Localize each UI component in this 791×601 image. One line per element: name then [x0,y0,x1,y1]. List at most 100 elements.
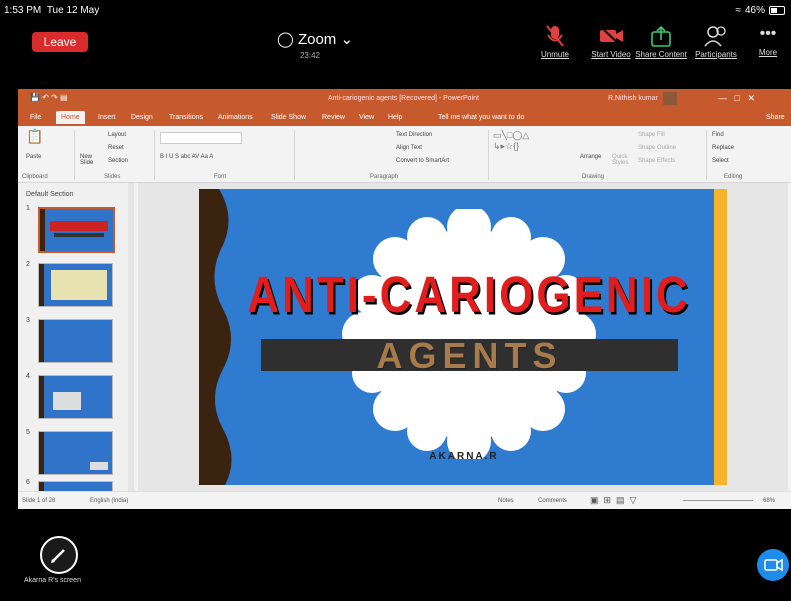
start-video-button[interactable]: Start Video [583,24,639,59]
more-button[interactable]: ••• More [740,24,791,57]
slide-thumbnail-5[interactable] [38,431,113,475]
slide-counter: Slide 1 of 28 [22,498,56,504]
replace-button[interactable]: Replace [712,145,734,151]
group-drawing: Drawing [582,174,605,180]
tab-file[interactable]: File [30,114,41,121]
muted-mic-icon [546,25,564,47]
shape-outline-button[interactable]: Shape Outline [638,145,676,151]
share-content-button[interactable]: Share Content [633,24,689,59]
ppt-status-bar: Slide 1 of 28 English (India) Notes Comm… [18,491,791,509]
smartart-button[interactable]: Convert to SmartArt [396,158,449,164]
chevron-down-icon: ⌄ [340,31,354,48]
zoom-level[interactable]: 68% [763,498,775,504]
divider [488,130,489,180]
find-button[interactable]: Find [712,132,724,138]
shape-fill-button[interactable]: Shape Fill [638,132,665,138]
font-name-field[interactable] [160,132,242,144]
slide-thumbnail-3[interactable] [38,319,113,363]
tab-transitions[interactable]: Transitions [169,114,203,121]
share-source-label: Akarna R's screen [24,577,81,584]
group-slides: Slides [104,174,121,180]
wifi-icon: ≈ [735,5,741,16]
thumb-number: 1 [26,205,30,212]
tab-insert[interactable]: Insert [98,114,116,121]
align-text-button[interactable]: Align Text [396,145,422,151]
tab-animations[interactable]: Animations [218,114,253,121]
slide-thumbnail-1[interactable] [38,207,115,253]
slide-thumbnail-4[interactable] [38,375,113,419]
tab-view[interactable]: View [359,114,374,121]
share-button[interactable]: Share [766,114,785,121]
current-slide[interactable]: ANTI-CARIOGENIC AGENTS AKARNA.R [199,189,727,485]
camera-button[interactable] [757,549,789,581]
slide-author: AKARNA.R [429,451,499,462]
more-dots-icon: ••• [759,25,777,42]
battery-icon [769,6,785,15]
leave-button[interactable]: Leave [32,32,88,52]
pencil-icon [51,549,65,563]
language[interactable]: English (India) [90,498,128,504]
status-bar: 1:53 PM Tue 12 May ≈46% [0,0,791,20]
slide-thumbnail-pane: Default Section 1 2 3 4 5 6 [18,183,136,493]
video-off-icon [600,26,623,47]
thumbnail-scrollbar[interactable] [128,183,134,491]
clock: 1:53 PM [4,5,42,16]
participants-button[interactable]: Participants [688,24,744,59]
tab-design[interactable]: Design [131,114,153,121]
slide-thumbnail-2[interactable] [38,263,113,307]
user-name: R.Nithish kumar [608,95,658,102]
ribbon-tabs: File Home Insert Design Transitions Anim… [18,109,791,126]
divider [706,130,707,180]
slide-title: ANTI-CARIOGENIC [247,267,691,324]
tab-home[interactable]: Home [56,111,85,124]
comments-button[interactable]: Comments [538,498,567,504]
paste-icon[interactable]: 📋 [26,128,43,145]
quick-access-icons[interactable]: 💾 ↶ ↷ ▤ [30,93,68,102]
paste-button[interactable]: Paste [26,154,41,160]
ppt-titlebar: 💾 ↶ ↷ ▤ Anti-cariogenic agents [Recovere… [18,89,791,109]
layout-button[interactable]: Layout [108,132,126,138]
tab-review[interactable]: Review [322,114,345,121]
arrange-button[interactable]: Arrange [580,154,601,160]
meeting-title[interactable]: ◯ Zoom ⌄ [270,30,360,48]
thumb-number: 6 [26,479,30,486]
group-clipboard: Clipboard [22,174,48,180]
avatar [663,92,677,105]
annotate-button[interactable] [40,536,78,574]
ribbon: 📋 Paste New Slide Layout Reset Section B… [18,126,791,183]
window-controls[interactable]: — □ ✕ [718,93,755,104]
gold-stripe [714,189,727,485]
date: Tue 12 May [46,5,100,16]
thumb-number: 4 [26,373,30,380]
reset-button[interactable]: Reset [108,145,124,151]
text-direction-button[interactable]: Text Direction [396,132,432,138]
divider [154,130,155,180]
group-font: Font [214,174,227,180]
tell-me-search[interactable]: Tell me what you want to do [438,114,524,121]
zoom-slider[interactable] [683,500,753,501]
divider [294,130,295,180]
select-button[interactable]: Select [712,158,729,164]
shapes-gallery[interactable]: ▭╲□◯△ ↳▸☆{} [493,130,529,152]
slide-subtitle: AGENTS [376,335,563,376]
thumb-number: 5 [26,429,30,436]
window-title: Anti-cariogenic agents [Recovered] - Pow… [328,95,479,102]
view-buttons[interactable]: ▣ ⊞ ▤ ▽ [590,495,636,506]
shape-effects-button[interactable]: Shape Effects [638,158,675,164]
thumb-number: 2 [26,261,30,268]
new-slide-button[interactable]: New Slide [80,154,104,166]
tab-slide-show[interactable]: Slide Show [271,114,306,121]
section-title[interactable]: Default Section [26,191,73,198]
participants-icon [704,26,726,47]
section-button[interactable]: Section [108,158,128,164]
notes-button[interactable]: Notes [498,498,514,504]
scalloped-badge [342,209,596,459]
group-paragraph: Paragraph [370,174,399,180]
font-format-buttons[interactable]: B I U S abc AV Aa A [160,154,213,160]
unmute-button[interactable]: Unmute [527,24,583,59]
group-editing: Editing [724,174,743,180]
divider [74,130,75,180]
tab-help[interactable]: Help [388,114,402,121]
quick-styles-button[interactable]: Quick Styles [612,154,634,166]
powerpoint-window: 💾 ↶ ↷ ▤ Anti-cariogenic agents [Recovere… [18,89,791,509]
